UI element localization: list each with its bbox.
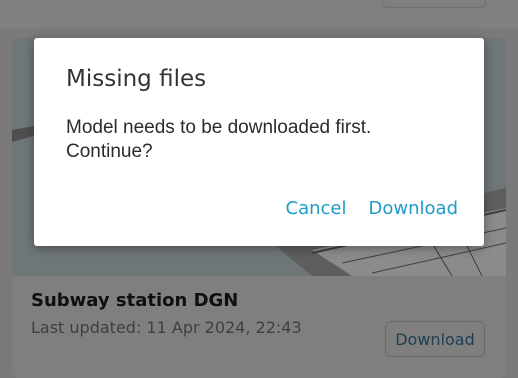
dialog-title: Missing files xyxy=(66,66,207,92)
card-download-button[interactable]: Download xyxy=(385,321,485,357)
previous-card-download-button[interactable] xyxy=(382,0,486,8)
last-updated-text: Last updated: 11 Apr 2024, 22:43 xyxy=(31,318,302,337)
cancel-button[interactable]: Cancel xyxy=(286,198,347,219)
download-button[interactable]: Download xyxy=(369,198,458,219)
dialog-message: Model needs to be downloaded first. Cont… xyxy=(66,117,372,162)
missing-files-dialog: Missing files Model needs to be download… xyxy=(34,38,484,246)
model-title: Subway station DGN xyxy=(31,290,239,311)
dialog-actions: Cancel Download xyxy=(286,198,458,219)
previous-model-card xyxy=(12,0,506,24)
